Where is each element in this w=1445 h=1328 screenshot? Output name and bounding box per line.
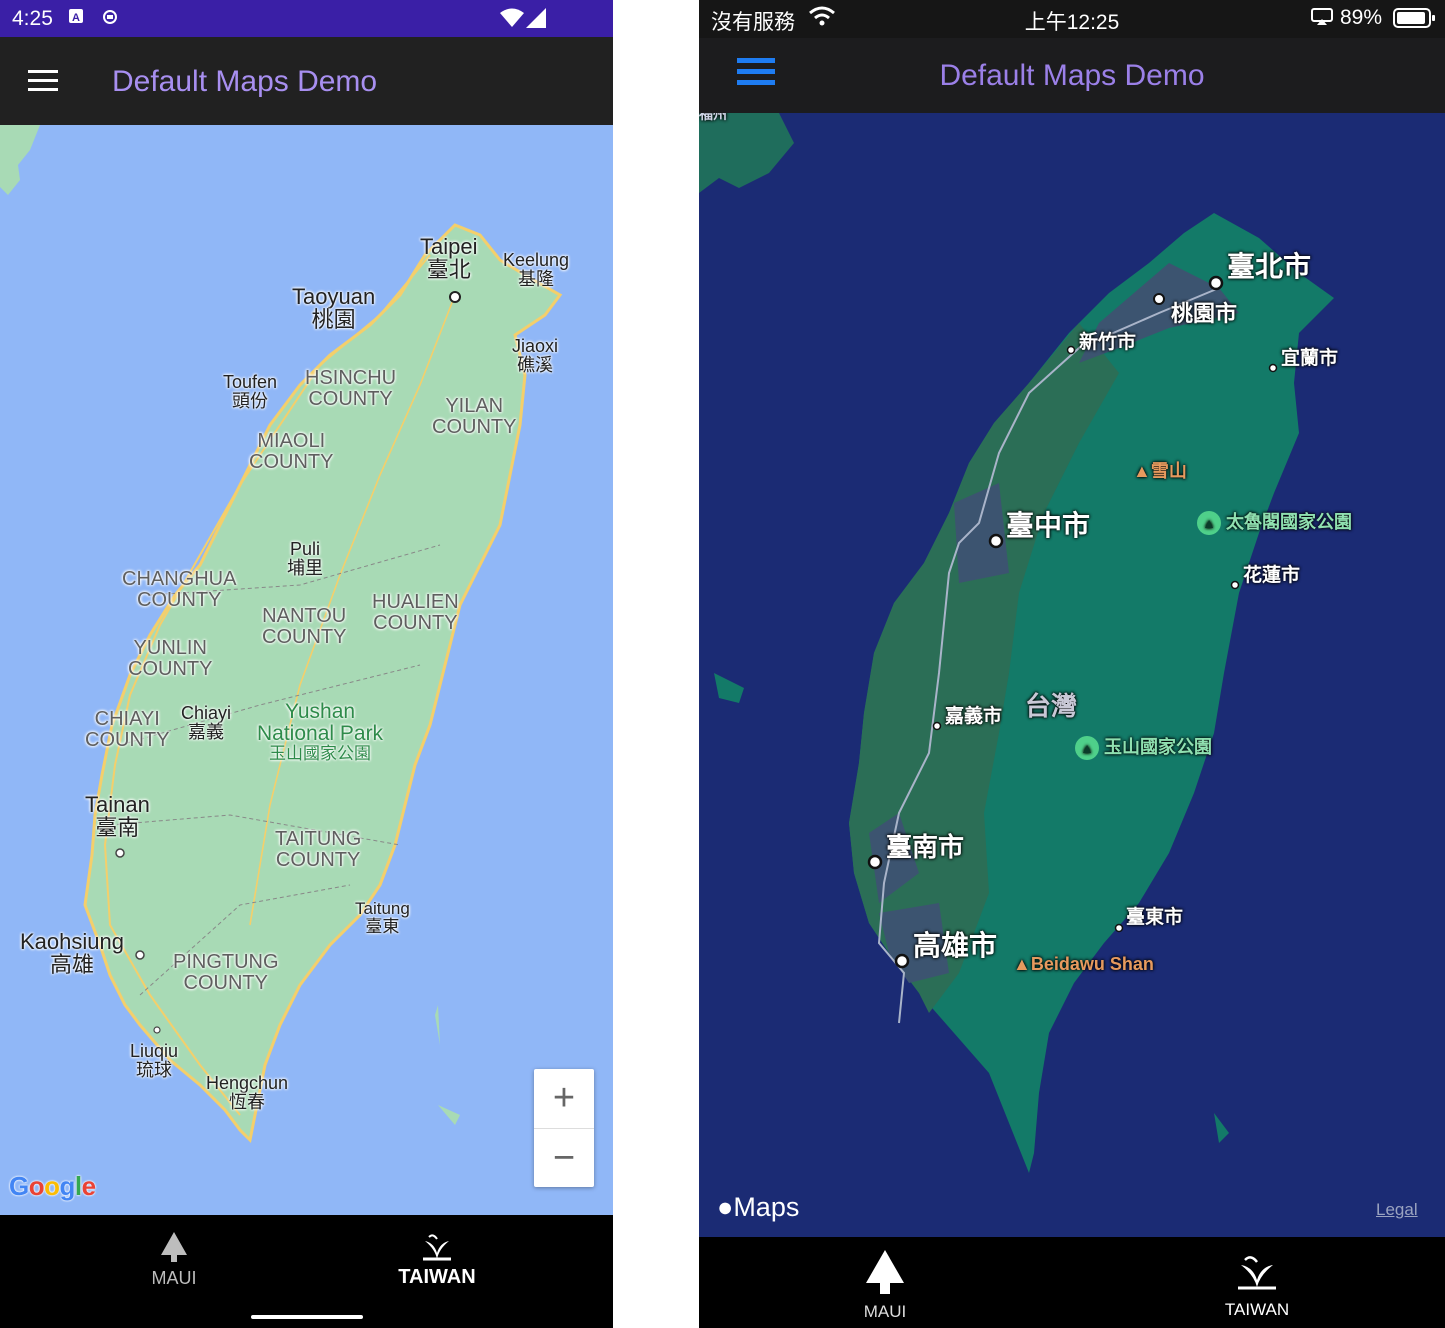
apple-icon: ● — [717, 1192, 734, 1222]
city-label-puli: Puli 埔里 — [287, 539, 323, 578]
map-view[interactable]: 福州 臺北市 桃園市 新竹市 宜蘭市 臺中市 花蓮市 嘉義市 臺南市 高雄市 臺… — [699, 113, 1445, 1237]
tab-maui[interactable]: MAUI — [835, 1249, 935, 1322]
region-label-taiwan: 台灣 — [1025, 691, 1078, 721]
city-label-chiayi: Chiayi 嘉義 — [181, 703, 232, 742]
city-label-toufen: Toufen 頭份 — [223, 372, 278, 411]
status-bar: 沒有服務 上午12:25 89% — [699, 0, 1445, 38]
county-label-chiayi: CHIAYI COUNTY — [85, 708, 170, 751]
city-label-taoyuan: Taoyuan 桃園 — [292, 284, 376, 333]
bottom-tab-bar: MAUI TAIWAN — [699, 1237, 1445, 1328]
google-logo: Google — [9, 1171, 96, 1201]
city-label-yilan: 宜蘭市 — [1281, 348, 1339, 369]
app-bar: Default Maps Demo — [0, 37, 613, 125]
peak-label-xueshan: ▲雪山 — [1133, 461, 1187, 481]
city-label-taichung: 臺中市 — [1006, 510, 1091, 541]
tab-maui[interactable]: MAUI — [124, 1231, 224, 1289]
menu-icon[interactable] — [28, 70, 58, 91]
zoom-in-button[interactable]: + — [534, 1069, 594, 1128]
city-label-keelung: Keelung 基隆 — [503, 250, 570, 289]
city-label-taitung: Taitung 臺東 — [355, 899, 410, 936]
county-label-pingtung: PINGTUNG COUNTY — [173, 951, 279, 994]
gesture-handle[interactable] — [251, 1315, 363, 1319]
wifi-icon — [500, 8, 524, 33]
city-label-taoyuan: 桃園市 — [1171, 301, 1238, 326]
tab-taiwan[interactable]: TAIWAN — [387, 1231, 487, 1289]
city-label-chiayi: 嘉義市 — [945, 706, 1003, 727]
app-title: Default Maps Demo — [112, 65, 378, 98]
park-tree-icon: ▲ — [1197, 511, 1221, 535]
palm-icon — [423, 1234, 451, 1261]
tab-label-taiwan: TAIWAN — [398, 1266, 476, 1288]
airplay-icon — [1311, 8, 1333, 32]
city-label-jiaoxi: Jiaoxi 礁溪 — [512, 336, 559, 375]
county-label-yunlin: YUNLIN COUNTY — [128, 637, 213, 680]
status-time: 4:25 — [12, 7, 53, 30]
app-title: Default Maps Demo — [939, 59, 1205, 92]
park-label-taroko[interactable]: ▲ 太魯閣國家公園 — [1197, 511, 1352, 535]
peak-icon: ▲ — [1133, 461, 1151, 481]
city-label-liuqiu: Liuqiu 琉球 — [130, 1041, 179, 1080]
city-label-hsinchu: 新竹市 — [1079, 332, 1137, 353]
notification-a-icon: A — [68, 8, 84, 29]
map-land — [699, 113, 1334, 1173]
zoom-out-button[interactable]: − — [534, 1128, 594, 1188]
county-label-hsinchu: HSINCHU COUNTY — [305, 367, 397, 410]
svg-text:A: A — [72, 12, 80, 24]
sync-icon — [102, 8, 118, 31]
tab-label-taiwan: TAIWAN — [1224, 1300, 1290, 1319]
cell-signal-icon — [526, 8, 546, 33]
apple-maps-logo: ●Maps — [717, 1192, 800, 1222]
county-label-hualien: HUALIEN COUNTY — [372, 591, 459, 634]
park-tree-icon: ▲ — [1075, 736, 1099, 760]
android-screen: 4:25 A Default Maps Demo Taipei 臺北 Keelu… — [0, 0, 613, 1328]
palm-icon — [1238, 1256, 1276, 1290]
partial-city-label: 福州 — [699, 113, 727, 122]
status-time: 上午12:25 — [1024, 11, 1120, 34]
tab-label-maui: MAUI — [151, 1268, 197, 1288]
city-label-tainan: 臺南市 — [886, 832, 965, 862]
city-label-kaohsiung: Kaohsiung 高雄 — [20, 929, 124, 978]
tab-taiwan[interactable]: TAIWAN — [1207, 1251, 1307, 1320]
map-view[interactable]: Taipei 臺北 Keelung 基隆 Taoyuan 桃園 Jiaoxi 礁溪 To… — [0, 125, 613, 1215]
peak-icon: ▲ — [1013, 954, 1031, 974]
bottom-tab-bar: MAUI TAIWAN — [0, 1215, 613, 1328]
city-label-taitung: 臺東市 — [1126, 907, 1184, 928]
battery-percent: 89% — [1340, 6, 1383, 29]
park-label-yushan: Yushan National Park 玉山國家公園 — [257, 700, 384, 764]
tree-icon — [866, 1250, 904, 1294]
peak-label-beidawu: ▲Beidawu Shan — [1013, 954, 1154, 974]
tree-icon — [161, 1232, 187, 1262]
tab-label-maui: MAUI — [863, 1302, 907, 1321]
city-label-hualien: 花蓮市 — [1243, 565, 1301, 586]
county-label-miaoli: MIAOLI COUNTY — [249, 430, 334, 473]
legal-link[interactable]: Legal — [1376, 1201, 1418, 1219]
city-label-taipei: Taipei 臺北 — [420, 234, 478, 283]
app-bar: Default Maps Demo — [699, 38, 1445, 113]
zoom-controls: + − — [534, 1069, 594, 1187]
city-label-taipei: 臺北市 — [1227, 251, 1312, 282]
park-label-yushan[interactable]: ▲ 玉山國家公園 — [1075, 736, 1212, 760]
battery-icon — [1393, 8, 1437, 34]
ios-screen: 沒有服務 上午12:25 89% Default Maps Demo 福州 臺北… — [699, 0, 1445, 1328]
city-label-hengchun: Hengchun 恆春 — [206, 1073, 289, 1112]
county-label-nantou: NANTOU COUNTY — [262, 605, 347, 648]
county-label-taitung: TAITUNG COUNTY — [275, 828, 362, 871]
county-label-changhua: CHANGHUA COUNTY — [122, 568, 237, 611]
county-label-yilan: YILAN COUNTY — [432, 395, 517, 438]
status-bar: 4:25 A — [0, 0, 613, 37]
city-label-kaohsiung: 高雄市 — [913, 930, 998, 961]
city-label-tainan: Tainan 臺南 — [85, 792, 150, 841]
